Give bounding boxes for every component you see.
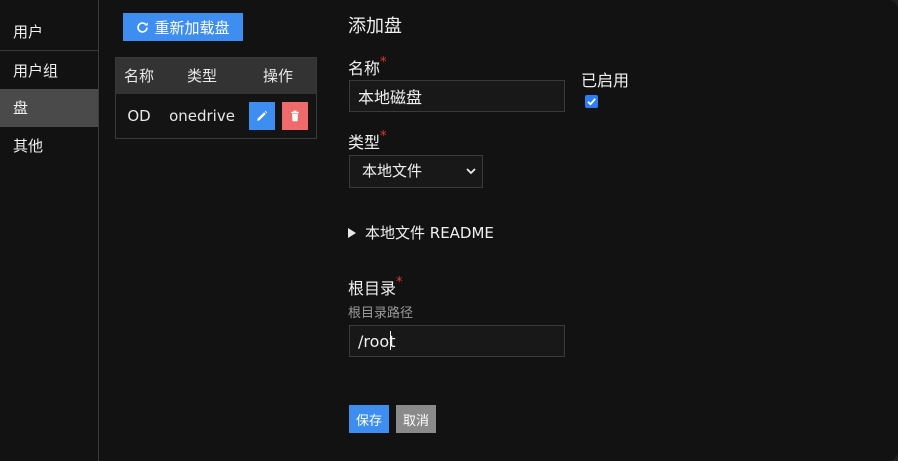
disclosure-triangle-icon <box>348 227 356 238</box>
reload-disks-label: 重新加载盘 <box>154 18 230 37</box>
text-caret <box>390 331 391 350</box>
name-label-text: 名称 <box>348 59 381 78</box>
disk-name-input[interactable] <box>349 80 565 112</box>
required-mark: * <box>380 55 387 70</box>
cell-disk-type: onedrive <box>169 107 235 125</box>
cancel-button[interactable]: 取消 <box>396 405 436 433</box>
column-header-type: 类型 <box>186 67 217 85</box>
sidebar-item-label: 用户组 <box>13 62 59 80</box>
sidebar-item-users[interactable]: 用户 <box>0 13 98 51</box>
trash-icon <box>291 110 299 122</box>
readme-toggle[interactable]: 本地文件 README <box>348 222 494 243</box>
sidebar-item-disks[interactable]: 盘 <box>0 89 98 127</box>
enabled-label: 已启用 <box>581 71 630 90</box>
sidebar-item-label: 其他 <box>13 137 44 155</box>
sidebar: 用户 用户组 盘 其他 <box>0 0 99 461</box>
root-field-label: 根目录* <box>348 275 403 299</box>
enabled-checkbox[interactable] <box>585 95 598 108</box>
disk-table: 名称 类型 操作 OD onedrive <box>115 57 317 139</box>
root-path-input[interactable] <box>349 325 565 357</box>
required-mark: * <box>396 275 403 290</box>
save-button[interactable]: 保存 <box>349 405 389 433</box>
column-header-actions: 操作 <box>262 67 293 85</box>
disk-type-select[interactable]: 本地文件 <box>349 155 483 188</box>
sidebar-divider <box>0 50 98 51</box>
delete-disk-button[interactable] <box>282 102 308 130</box>
root-label-text: 根目录 <box>348 279 397 298</box>
sidebar-item-label: 盘 <box>13 99 29 117</box>
edit-disk-button[interactable] <box>249 102 275 130</box>
reload-disks-button[interactable]: 重新加载盘 <box>123 13 243 41</box>
chevron-down-icon <box>466 168 476 175</box>
type-label-text: 类型 <box>348 133 381 152</box>
readme-label: 本地文件 README <box>365 224 494 242</box>
root-field-hint: 根目录路径 <box>348 306 414 321</box>
disk-type-selected: 本地文件 <box>362 162 423 180</box>
sidebar-item-label: 用户 <box>13 23 44 41</box>
app-frame: 用户 用户组 盘 其他 重新加载盘 名称 类型 操作 OD onedrive 添… <box>0 0 898 461</box>
sidebar-item-other[interactable]: 其他 <box>0 127 98 165</box>
type-field-label: 类型* <box>348 129 387 153</box>
table-header: 名称 类型 操作 <box>116 58 316 94</box>
sidebar-item-user-groups[interactable]: 用户组 <box>0 52 98 90</box>
form-title: 添加盘 <box>348 16 402 37</box>
column-header-name: 名称 <box>123 67 154 85</box>
edit-icon <box>257 110 268 121</box>
name-field-label: 名称* <box>348 55 387 79</box>
checkmark-icon <box>587 98 596 106</box>
required-mark: * <box>380 129 387 144</box>
cell-disk-name: OD <box>127 107 151 125</box>
refresh-icon <box>137 21 149 33</box>
